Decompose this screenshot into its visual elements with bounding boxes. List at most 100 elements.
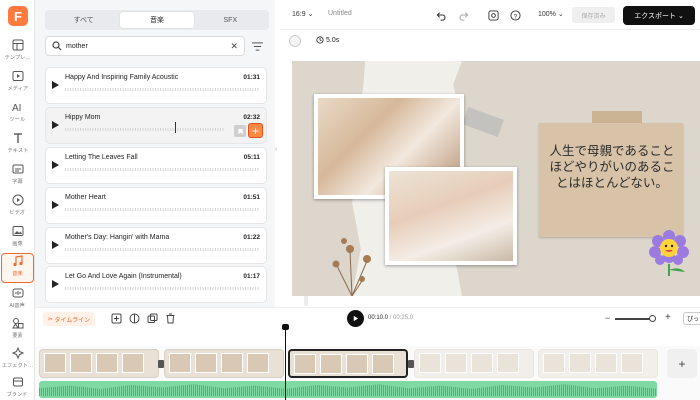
help-icon: ? (509, 9, 521, 21)
playhead-handle[interactable] (282, 324, 289, 330)
track-item-selected[interactable]: Hippy Mom 02:32 + (45, 107, 267, 144)
scene-clip[interactable] (538, 349, 658, 378)
timeline-zoom-knob[interactable] (649, 315, 656, 322)
export-button[interactable]: エクスポート ⌄ (623, 6, 695, 25)
rail-item-effects[interactable]: エフェクト… (1, 346, 34, 376)
app-logo[interactable]: F (8, 6, 28, 26)
track-duration: 05:11 (243, 154, 260, 161)
track-item[interactable]: Letting The Leaves Fall 05:11 (45, 147, 267, 184)
rail-item-text[interactable]: テキスト (1, 131, 34, 161)
add-clip-button[interactable]: + (667, 349, 697, 378)
quote-text[interactable]: 人生で母親であることほどやりがいのあることはほとんどない。 (547, 143, 677, 191)
aspect-ratio-select[interactable]: 16:9 ⌄ (292, 10, 313, 18)
scene-clip[interactable] (164, 349, 284, 378)
rail-item-template[interactable]: テンプレ… (1, 38, 34, 68)
collapse-panel-icon[interactable]: ‹ (275, 146, 280, 160)
scene-duration[interactable]: 5.0s (316, 36, 339, 44)
scene-clip[interactable] (39, 349, 159, 378)
plus-icon: + (251, 123, 259, 138)
scene-clip-selected[interactable] (288, 349, 408, 378)
zoom-in-button[interactable]: + (665, 312, 671, 323)
track-duration: 01:51 (243, 194, 260, 201)
preview-canvas[interactable]: 人生で母親であることほどやりがいのあることはほとんどない。 (292, 61, 700, 296)
rail-item-elements[interactable]: 要素 (1, 316, 34, 346)
track-item[interactable]: Happy And Inspiring Family Acoustic 01:3… (45, 67, 267, 104)
rail-label: 要素 (12, 333, 23, 339)
clip-thumb (70, 353, 92, 373)
undo-button[interactable] (434, 8, 448, 22)
playhead-line[interactable] (285, 324, 286, 400)
tab-all[interactable]: すべて (47, 12, 120, 28)
undo-icon (436, 11, 445, 21)
search-icon (52, 41, 62, 51)
track-duration: 01:31 (243, 74, 260, 81)
track-item[interactable]: Mother Heart 01:51 (45, 187, 267, 224)
delete-icon[interactable] (165, 313, 176, 324)
clip-thumb (320, 354, 342, 374)
search-input[interactable]: mother (66, 43, 230, 50)
redo-button[interactable] (456, 8, 470, 22)
rail-item-video[interactable]: ビデオ (1, 193, 34, 223)
chevron-down-icon: ⌄ (677, 12, 684, 20)
aspect-ratio-value: 16:9 (292, 11, 306, 18)
chevron-down-icon: ⌄ (557, 11, 564, 18)
track-title: Mother Heart (65, 194, 106, 201)
tab-music[interactable]: 音楽 (120, 12, 194, 28)
track-waveform (65, 208, 260, 211)
play-button[interactable] (347, 310, 364, 327)
tab-sfx[interactable]: SFX (194, 12, 267, 28)
clock-icon (316, 36, 324, 44)
rail-label: ツール (9, 117, 26, 123)
play-icon[interactable] (52, 81, 59, 89)
rail-item-media[interactable]: メディア (1, 69, 34, 99)
duplicate-icon[interactable] (147, 313, 158, 324)
help-button[interactable]: ? (508, 8, 522, 22)
save-status: 保存済み (572, 7, 615, 23)
zoom-out-button[interactable]: − (605, 313, 610, 323)
svg-text:?: ? (513, 13, 517, 20)
photo-mother-baby-2[interactable] (385, 167, 517, 265)
clip-thumb (372, 354, 394, 374)
rail-item-ai-voice[interactable]: AI音声 (1, 286, 34, 316)
track-item[interactable]: Mother's Day: Hangin' with Mama 01:22 (45, 227, 267, 264)
fit-button[interactable]: ぴっ (683, 312, 700, 325)
plus-icon: + (678, 356, 686, 371)
zoom-select[interactable]: 100% ⌄ (538, 10, 564, 18)
music-icon (12, 255, 23, 267)
scene-clip[interactable] (414, 349, 534, 378)
filter-button[interactable] (247, 37, 267, 55)
favorite-button[interactable] (234, 125, 246, 137)
magic-timeline-button[interactable]: ✂ タイムライン (43, 312, 95, 326)
play-icon[interactable] (52, 121, 59, 129)
total-time: / 00:25.0 (389, 315, 414, 321)
audio-track[interactable] (39, 381, 657, 398)
project-title[interactable]: Untitled (328, 10, 352, 17)
rail-item-brand[interactable]: ブランド (1, 375, 34, 400)
play-icon[interactable] (52, 161, 59, 169)
rail-item-music[interactable]: 音楽 (1, 253, 34, 283)
add-track-button[interactable]: + (248, 123, 263, 138)
search-box[interactable]: mother ✕ (45, 36, 245, 56)
rail-item-subtitle[interactable]: 字幕 (1, 162, 34, 192)
screenshot-button[interactable] (486, 8, 500, 22)
playback-time: 00:10.0 / 00:25.0 (368, 315, 413, 321)
play-icon[interactable] (52, 280, 59, 288)
timeline-zoom-slider[interactable] (615, 318, 651, 320)
play-icon (353, 315, 359, 322)
brand-icon (12, 377, 23, 387)
background-color-swatch[interactable] (289, 35, 301, 47)
rail-item-tools[interactable]: AI ツール (1, 100, 34, 130)
play-icon[interactable] (52, 201, 59, 209)
track-waveform (65, 168, 260, 171)
timeline: + (35, 324, 700, 400)
timeline-toolbar: ✂ タイムライン 00:10.0 / 00:25.0 − + ぴっ (35, 307, 700, 329)
play-icon[interactable] (52, 241, 59, 249)
redo-icon (459, 11, 468, 21)
clear-search-icon[interactable]: ✕ (230, 41, 238, 52)
split-icon[interactable] (129, 313, 140, 324)
rail-item-image[interactable]: 画像 (1, 224, 34, 254)
timeline-ruler[interactable] (35, 329, 700, 346)
clip-thumb (44, 353, 66, 373)
add-scene-icon[interactable] (111, 313, 122, 324)
track-item[interactable]: Let Go And Love Again (Instrumental) 01:… (45, 266, 267, 303)
